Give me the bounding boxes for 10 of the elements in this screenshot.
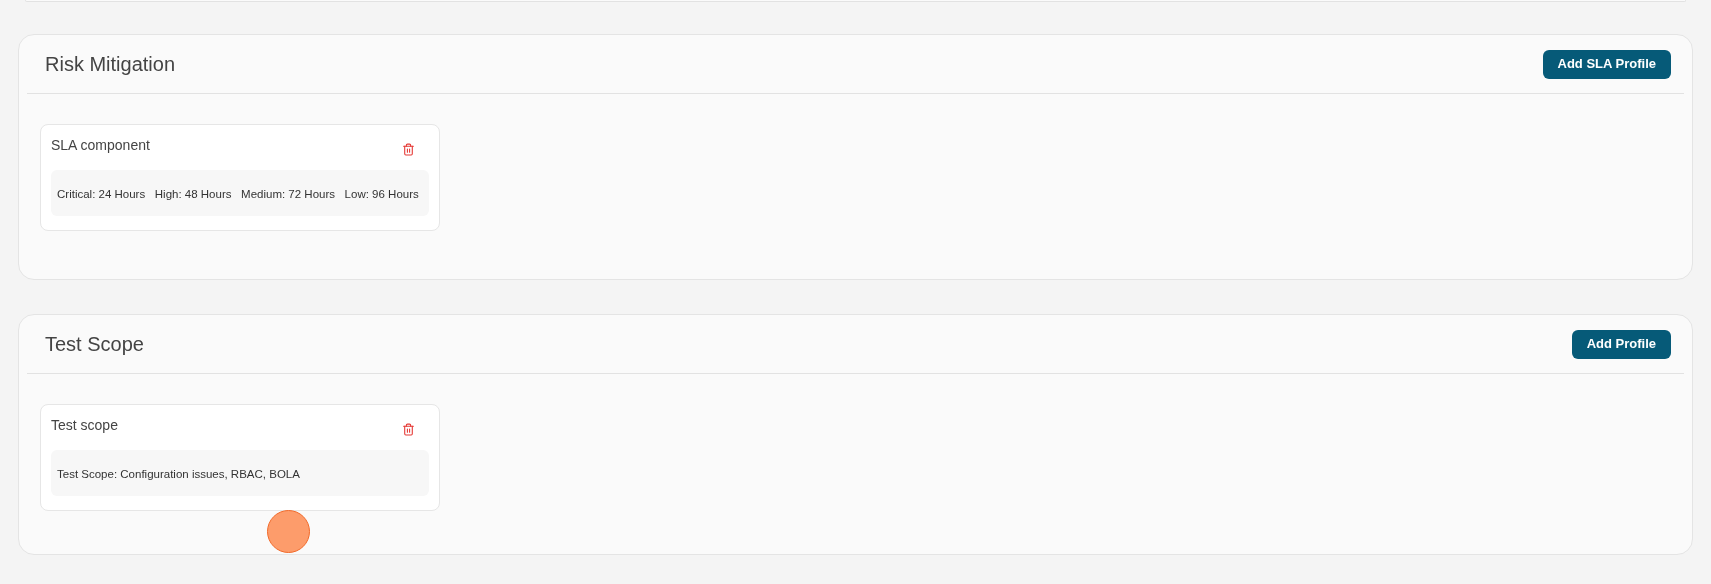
add-profile-button[interactable]: Add SLA Profile [1542, 49, 1671, 79]
add-profile-button[interactable]: Add Profile [1571, 329, 1671, 359]
card-title: SLA component [51, 136, 150, 155]
delete-icon[interactable] [402, 423, 415, 436]
delete-icon[interactable] [402, 143, 415, 156]
section-title: Test Scope [45, 332, 144, 357]
section-title: Risk Mitigation [45, 52, 176, 77]
card-detail: Test Scope: Configuration issues, RBAC, BOLA [57, 468, 300, 480]
card-title: Test scope [51, 416, 118, 435]
card-detail: Critical: 24 Hours High: 48 Hours Medium: 72 Hours Low: 96 Hours [57, 188, 419, 200]
